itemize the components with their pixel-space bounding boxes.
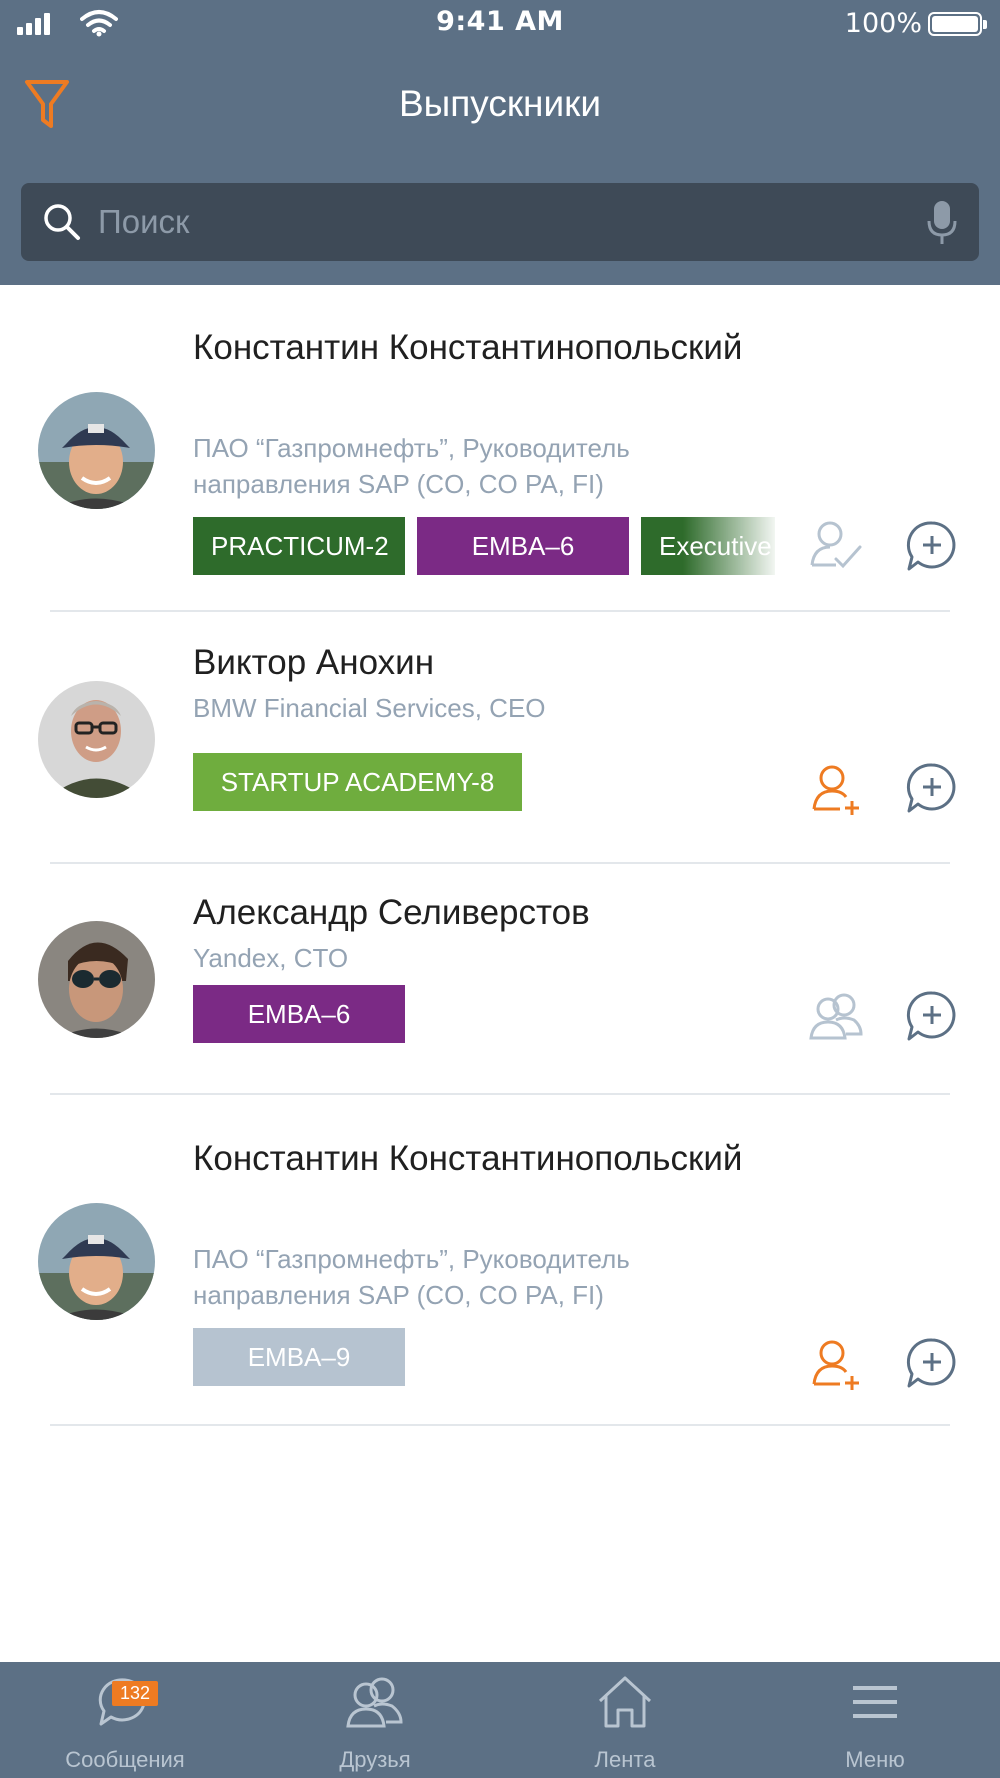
avatar[interactable] xyxy=(38,681,155,798)
status-bar: 9:41 AM 100% xyxy=(0,0,1000,50)
search-input[interactable] xyxy=(98,183,898,261)
tags: EMBA–9 xyxy=(193,1328,775,1386)
tab-label: Лента xyxy=(594,1747,656,1772)
avatar[interactable] xyxy=(38,1203,155,1320)
tag[interactable]: Executive xyxy=(641,517,775,575)
graduate-name[interactable]: Виктор Анохин xyxy=(193,640,793,686)
tab-label: Друзья xyxy=(339,1747,411,1772)
divider xyxy=(50,1093,950,1095)
microphone-icon[interactable] xyxy=(927,200,957,246)
friends-icon xyxy=(325,1674,425,1734)
tags: PRACTICUM-2 EMBA–6 Executive xyxy=(193,517,775,575)
page-title: Выпускники xyxy=(398,83,602,124)
tab-menu[interactable]: Меню xyxy=(750,1662,1000,1778)
tab-feed[interactable]: Лента xyxy=(500,1662,750,1778)
list-item[interactable]: Константин Константинопольский ПАО “Газп… xyxy=(0,285,1000,615)
graduate-position: Yandex, CTO xyxy=(193,943,349,973)
request-sent-icon[interactable] xyxy=(808,517,864,573)
graduate-name[interactable]: Константин Константинопольский xyxy=(193,1136,793,1182)
search-icon xyxy=(44,204,80,240)
list-item[interactable]: Константин Константинопольский ПАО “Газп… xyxy=(0,1096,1000,1426)
tags: EMBA–6 xyxy=(193,985,775,1043)
new-message-icon[interactable] xyxy=(906,762,958,814)
friends-icon[interactable] xyxy=(808,988,864,1044)
menu-icon xyxy=(825,1674,925,1734)
avatar[interactable] xyxy=(38,921,155,1038)
new-message-icon[interactable] xyxy=(906,520,958,572)
list-item[interactable]: Александр Селиверстов Yandex, CTO EMBA–6 xyxy=(0,864,1000,1096)
tag[interactable]: EMBA–9 xyxy=(193,1328,405,1386)
tag[interactable]: STARTUP ACADEMY-8 xyxy=(193,753,522,811)
header: 9:41 AM 100% Выпускники xyxy=(0,0,1000,285)
graduate-position: ПАО “Газпромнефть”, Руководитель направл… xyxy=(193,433,630,499)
battery-percent: 100% xyxy=(844,8,922,39)
unread-badge: 132 xyxy=(112,1681,158,1706)
add-friend-icon[interactable] xyxy=(808,1336,864,1392)
new-message-icon[interactable] xyxy=(906,990,958,1042)
tags: STARTUP ACADEMY-8 xyxy=(193,753,775,811)
divider xyxy=(50,1424,950,1426)
tab-messages[interactable]: 132 Сообщения xyxy=(0,1662,250,1778)
tag[interactable]: EMBA–6 xyxy=(193,985,405,1043)
tag[interactable]: EMBA–6 xyxy=(417,517,629,575)
new-message-icon[interactable] xyxy=(906,1337,958,1389)
graduate-position: ПАО “Газпромнефть”, Руководитель направл… xyxy=(193,1244,630,1310)
tab-label: Сообщения xyxy=(65,1747,185,1772)
graduate-name[interactable]: Александр Селиверстов xyxy=(193,890,793,936)
list-item[interactable]: Виктор Анохин BMW Financial Services, CE… xyxy=(0,612,1000,864)
battery-icon xyxy=(928,12,987,36)
add-friend-icon[interactable] xyxy=(808,761,864,817)
tab-friends[interactable]: Друзья xyxy=(250,1662,500,1778)
graduate-position: BMW Financial Services, CEO xyxy=(193,693,546,723)
tag[interactable]: PRACTICUM-2 xyxy=(193,517,405,575)
tab-label: Меню xyxy=(845,1747,905,1772)
home-icon xyxy=(575,1674,675,1734)
search-bar[interactable] xyxy=(21,183,979,261)
tab-bar: 132 Сообщения Друзья Лента Меню xyxy=(0,1662,1000,1778)
avatar[interactable] xyxy=(38,392,155,509)
graduate-name[interactable]: Константин Константинопольский xyxy=(193,325,793,371)
